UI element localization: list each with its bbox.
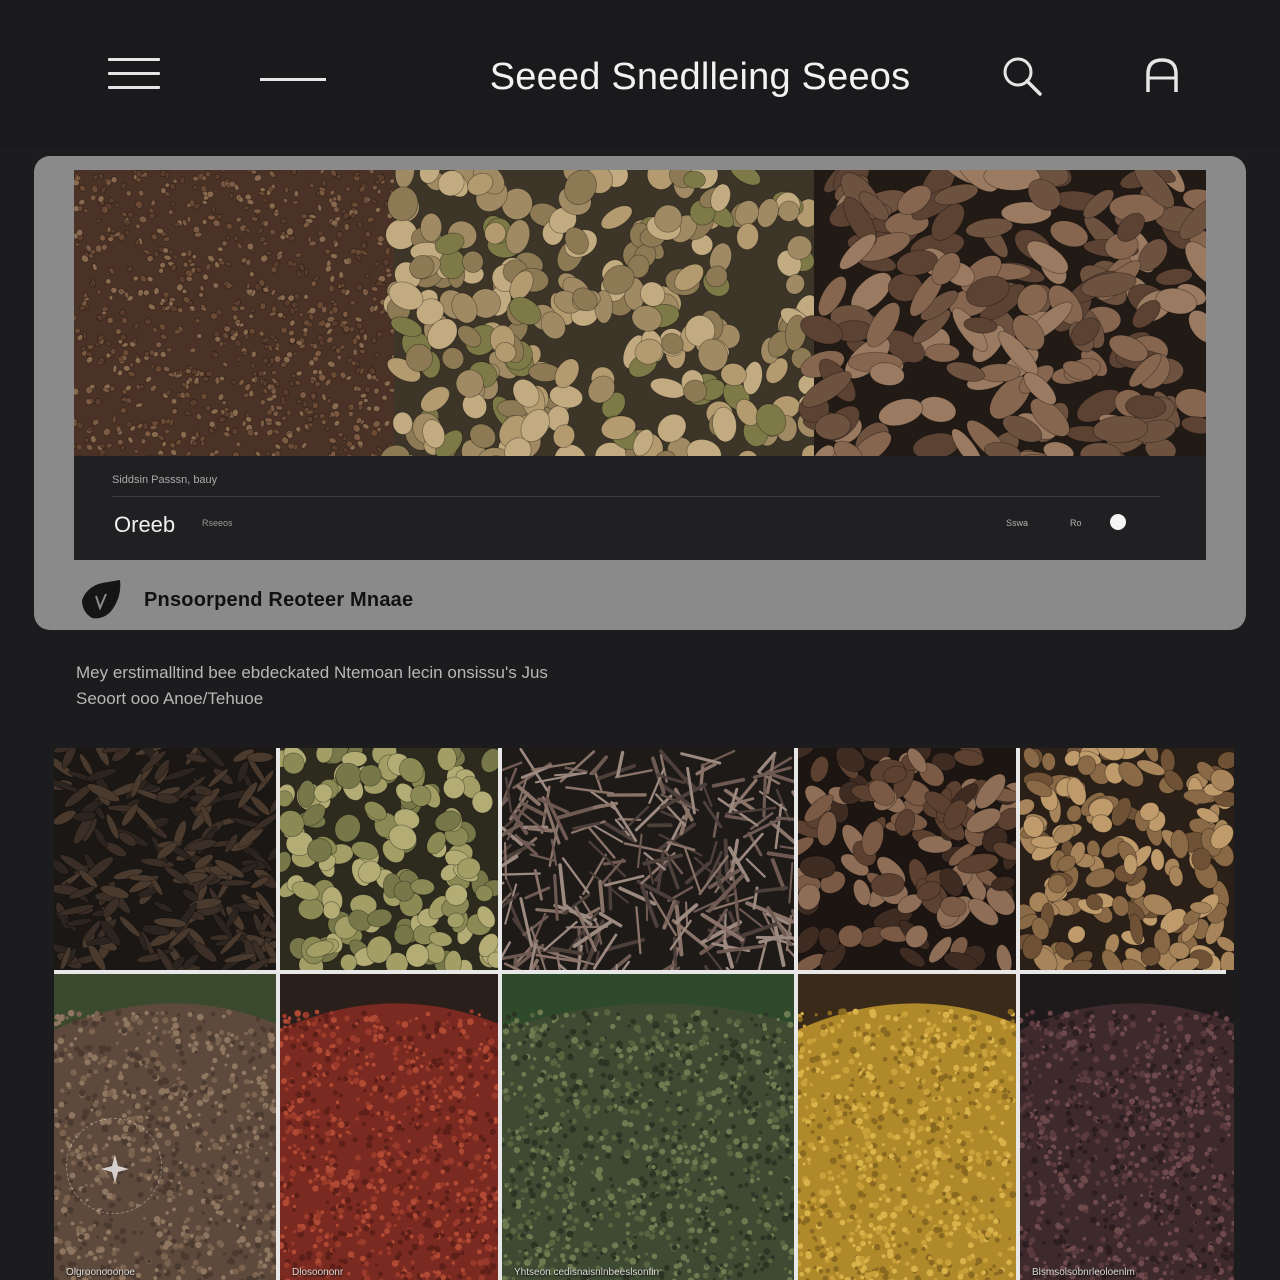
featured-meta: Siddsin Passsn, bauy [112, 474, 218, 486]
seed-tile-golden-mound[interactable] [798, 974, 1016, 1280]
description-line-2: Seoort ooo Anoe/Tehuoe [76, 689, 264, 708]
seed-tile-dark-seeds[interactable] [54, 748, 276, 970]
seed-tile-green-mound[interactable]: Yhtseon cedisnaisnlnbeeslsonfin [502, 974, 794, 1280]
seed-tile-green-peas[interactable] [280, 748, 498, 970]
description-line-1: Mey erstimalltind bee ebdeckated Ntemoan… [76, 663, 548, 682]
watermark-badge [66, 1118, 162, 1214]
tile-label: Yhtseon cedisnaisnlnbeeslsonfin [514, 1267, 660, 1278]
seed-photo [798, 748, 1016, 970]
seed-grid: Olgroonooonoe Dlosoononr Yhtseon cedisna… [54, 748, 1234, 1280]
seed-tile-sunflower[interactable] [798, 748, 1016, 970]
tile-label: Olgroonooonoe [66, 1267, 135, 1278]
tile-label: Blsmsolsobnrleoloenlm [1032, 1267, 1135, 1278]
seed-photo [54, 748, 276, 970]
featured-tag[interactable]: Sswa [1006, 518, 1028, 528]
featured-name: Oreeb [114, 512, 176, 537]
seed-photo [280, 974, 498, 1280]
seed-photo [1020, 748, 1234, 970]
seed-tile-purple-mound[interactable]: Blsmsolsobnrleoloenlm [1020, 974, 1234, 1280]
seed-photo [502, 974, 794, 1280]
description-text: Mey erstimalltind bee ebdeckated Ntemoan… [76, 660, 716, 712]
toggle-dot[interactable] [1110, 514, 1126, 530]
featured-tag-secondary[interactable]: Ro [1070, 518, 1082, 528]
sparkle-icon [101, 1155, 129, 1183]
seed-tile-red-mound[interactable]: Dlosoononr [280, 974, 498, 1280]
featured-info-panel: Siddsin Passsn, bauy Oreeb Rseeos Sswa R… [74, 456, 1206, 560]
tile-label: Dlosoononr [292, 1267, 344, 1278]
seed-leaf-icon [82, 580, 121, 619]
brand-label: Pnsoorpend Reoteer Mnaae [144, 588, 414, 611]
menu-icon[interactable] [108, 58, 160, 94]
seed-tile-pumpkin[interactable] [1020, 748, 1234, 970]
seed-photo [798, 974, 1016, 1280]
divider [112, 496, 1160, 497]
bag-icon[interactable] [1142, 56, 1182, 96]
brand-row: Pnsoorpend Reoteer Mnaae [78, 578, 413, 622]
minimize-icon[interactable] [260, 78, 326, 81]
top-bar: Seeed Snedlleing Seeos [0, 0, 1280, 150]
featured-card[interactable]: Siddsin Passsn, bauy Oreeb Rseeos Sswa R… [34, 156, 1246, 630]
seed-photo [1020, 974, 1234, 1280]
app-title: Seeed Snedlleing Seeos [489, 56, 911, 98]
search-icon[interactable] [1000, 54, 1044, 98]
seed-photo [502, 748, 794, 970]
featured-seed-image [74, 170, 1206, 470]
seed-tile-needles[interactable] [502, 748, 794, 970]
featured-subtitle: Rseeos [202, 518, 233, 528]
seed-photo [280, 748, 498, 970]
